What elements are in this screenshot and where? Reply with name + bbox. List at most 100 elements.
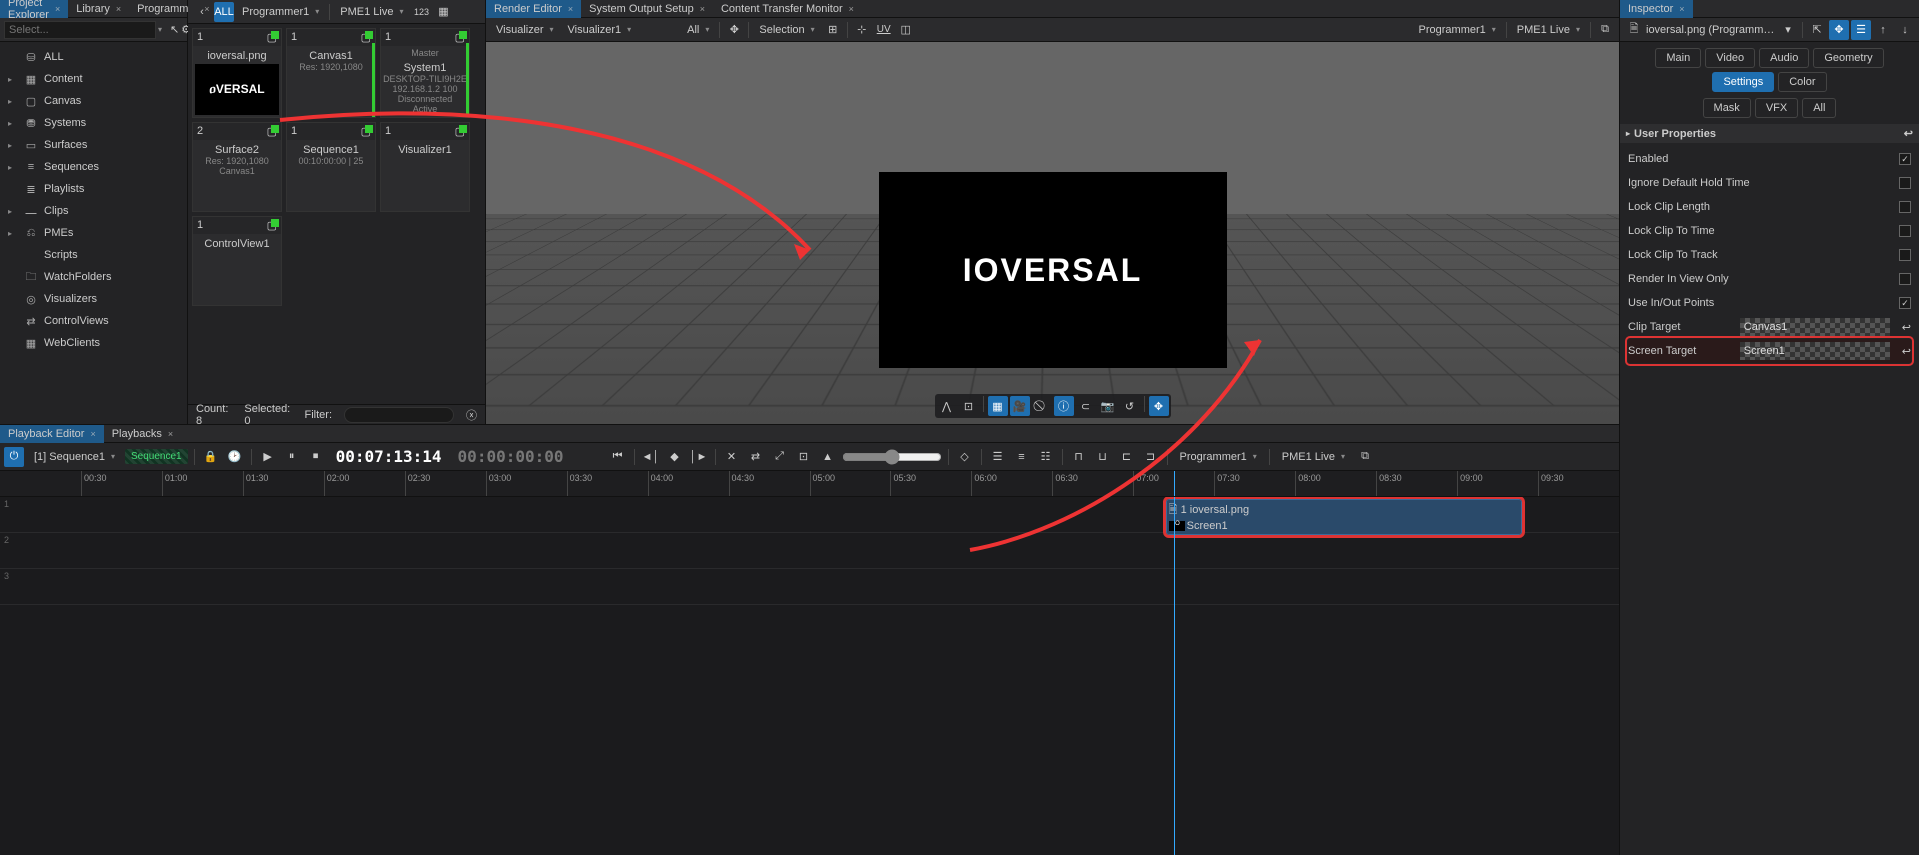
- uv-icon[interactable]: UV: [874, 20, 894, 40]
- axis-icon[interactable]: ⊹: [852, 20, 872, 40]
- cat-vfx[interactable]: VFX: [1755, 98, 1798, 118]
- vt-snap-icon[interactable]: 📷: [1098, 396, 1118, 416]
- playhead[interactable]: [1174, 471, 1175, 496]
- tree-item-watchfolders[interactable]: 🗀WatchFolders: [0, 266, 187, 288]
- render-pme-dd[interactable]: PME1 Live: [1511, 20, 1586, 40]
- clear-filter-icon[interactable]: ⓧ: [466, 407, 477, 423]
- locate-icon[interactable]: ✥: [1829, 20, 1849, 40]
- vt-pulse-icon[interactable]: ⋀: [937, 396, 957, 416]
- tab-content-transfer[interactable]: Content Transfer Monitor×: [713, 0, 862, 18]
- prev-cue-icon[interactable]: ◄│: [641, 447, 661, 467]
- cat-mask[interactable]: Mask: [1703, 98, 1751, 118]
- next-cue-icon[interactable]: │►: [689, 447, 709, 467]
- checkbox[interactable]: [1899, 249, 1911, 261]
- playhead[interactable]: [1174, 497, 1175, 855]
- popout-icon[interactable]: ⧉: [1595, 20, 1615, 40]
- all-dd[interactable]: All: [681, 20, 715, 40]
- grid-icon[interactable]: ▦: [433, 2, 453, 22]
- vt-info-icon[interactable]: ⓘ: [1054, 396, 1074, 416]
- pause-icon[interactable]: ⏸: [282, 447, 302, 467]
- section-user-properties[interactable]: ▸ User Properties ↩: [1620, 124, 1919, 143]
- power-icon[interactable]: ⏻: [4, 447, 24, 467]
- snap-a-icon[interactable]: ⊓: [1069, 447, 1089, 467]
- prop-lock-clip-to-track[interactable]: Lock Clip To Track: [1628, 243, 1911, 267]
- reset-icon[interactable]: ↩: [1902, 321, 1911, 334]
- cat-all[interactable]: All: [1802, 98, 1836, 118]
- vt-wire-icon[interactable]: ⊡: [959, 396, 979, 416]
- sequence-dd[interactable]: [1] Sequence1: [28, 447, 121, 467]
- tab-inspector[interactable]: Inspector×: [1620, 0, 1693, 18]
- prop-lock-clip-to-time[interactable]: Lock Clip To Time: [1628, 219, 1911, 243]
- tab-system-output[interactable]: System Output Setup×: [581, 0, 713, 18]
- library-card[interactable]: 2▢Surface2Res: 1920,1080Canvas1: [192, 122, 282, 212]
- cat-color[interactable]: Color: [1778, 72, 1826, 92]
- track-1[interactable]: 1 🗎 1 ioversal.pngIOScreen1: [0, 497, 1619, 533]
- lock-icon[interactable]: 🔒: [201, 447, 221, 467]
- tl-a-icon[interactable]: ✕: [722, 447, 742, 467]
- tab-playback-editor[interactable]: Playback Editor×: [0, 425, 104, 443]
- marker-icon[interactable]: ◇: [955, 447, 975, 467]
- cat-settings[interactable]: Settings: [1712, 72, 1774, 92]
- timeline-clip[interactable]: 🗎 1 ioversal.pngIOScreen1: [1166, 499, 1522, 535]
- tab-library[interactable]: Library×: [68, 0, 129, 18]
- tab-playbacks[interactable]: Playbacks×: [104, 425, 181, 443]
- checkbox[interactable]: [1899, 273, 1911, 285]
- prop-lock-clip-length[interactable]: Lock Clip Length: [1628, 195, 1911, 219]
- vt-grid-icon[interactable]: ▦: [988, 396, 1008, 416]
- tree-item-clips[interactable]: ▸⎼Clips: [0, 200, 187, 222]
- grid-mode-icon[interactable]: ⊞: [823, 20, 843, 40]
- tree-item-scripts[interactable]: Scripts: [0, 244, 187, 266]
- reset-icon[interactable]: ↩: [1904, 127, 1913, 140]
- tool-a[interactable]: ◫: [896, 20, 916, 40]
- prop-clip-target[interactable]: Clip TargetCanvas1↩: [1628, 315, 1911, 339]
- down-icon[interactable]: ↓: [1895, 20, 1915, 40]
- tab-render-editor[interactable]: Render Editor×: [486, 0, 581, 18]
- vt-cam-icon[interactable]: 🎥: [1010, 396, 1030, 416]
- snap-d-icon[interactable]: ⊐: [1141, 447, 1161, 467]
- tree-item-pmes[interactable]: ▸⎌PMEs: [0, 222, 187, 244]
- tree-item-all[interactable]: ⛁ALL: [0, 46, 187, 68]
- reset-icon[interactable]: ↩: [1902, 345, 1911, 358]
- vt-center-icon[interactable]: ✥: [1149, 396, 1169, 416]
- visualizer1-dd[interactable]: Visualizer1: [562, 20, 638, 40]
- track-2[interactable]: 2: [0, 533, 1619, 569]
- tl-b-icon[interactable]: ⇄: [746, 447, 766, 467]
- tree-item-surfaces[interactable]: ▸▭Surfaces: [0, 134, 187, 156]
- library-card[interactable]: 1▢Sequence100:10:00:00 | 25: [286, 122, 376, 212]
- cat-main[interactable]: Main: [1655, 48, 1701, 68]
- align-l-icon[interactable]: ☰: [988, 447, 1008, 467]
- tree-item-canvas[interactable]: ▸▢Canvas: [0, 90, 187, 112]
- close-icon[interactable]: ×: [55, 4, 60, 14]
- library-card[interactable]: 1▢ControlView1: [192, 216, 282, 306]
- selection-dd[interactable]: Selection: [753, 20, 820, 40]
- cue-icon[interactable]: ◆: [665, 447, 685, 467]
- timeline-ruler[interactable]: 00:3001:0001:3002:0002:3003:0003:3004:00…: [0, 471, 1619, 497]
- tree-item-controlviews[interactable]: ⇄ControlViews: [0, 310, 187, 332]
- vt-mute-icon[interactable]: ⃠: [1032, 396, 1052, 416]
- library-card[interactable]: 1▢Visualizer1: [380, 122, 470, 212]
- align-r-icon[interactable]: ☷: [1036, 447, 1056, 467]
- tree-item-playlists[interactable]: ≣Playlists: [0, 178, 187, 200]
- list-icon[interactable]: ☰: [1851, 20, 1871, 40]
- tree-item-content[interactable]: ▸▦Content: [0, 68, 187, 90]
- pin-icon[interactable]: ⇱: [1807, 20, 1827, 40]
- programmer-dropdown[interactable]: Programmer1: [236, 2, 325, 22]
- visualizer-dd[interactable]: Visualizer: [490, 20, 560, 40]
- tab-project-explorer[interactable]: Project Explorer×: [0, 0, 68, 18]
- explorer-select[interactable]: [4, 21, 156, 39]
- play-icon[interactable]: ▶: [258, 447, 278, 467]
- pb-programmer-dd[interactable]: Programmer1: [1174, 447, 1263, 467]
- snap-c-icon[interactable]: ⊏: [1117, 447, 1137, 467]
- vt-reset-icon[interactable]: ↺: [1120, 396, 1140, 416]
- cat-audio[interactable]: Audio: [1759, 48, 1809, 68]
- chev-dd[interactable]: ▾: [1778, 20, 1798, 40]
- pme-dropdown[interactable]: PME1 Live: [334, 2, 409, 22]
- prop-screen-target[interactable]: Screen TargetScreen1↩: [1628, 339, 1911, 363]
- tree-item-visualizers[interactable]: ◎Visualizers: [0, 288, 187, 310]
- render-programmer-dd[interactable]: Programmer1: [1413, 20, 1502, 40]
- pb-pme-dd[interactable]: PME1 Live: [1276, 447, 1351, 467]
- tl-e-icon[interactable]: ▲: [818, 447, 838, 467]
- checkbox[interactable]: [1899, 201, 1911, 213]
- clock-icon[interactable]: 🕑: [225, 447, 245, 467]
- filter-all[interactable]: ALL: [214, 2, 234, 22]
